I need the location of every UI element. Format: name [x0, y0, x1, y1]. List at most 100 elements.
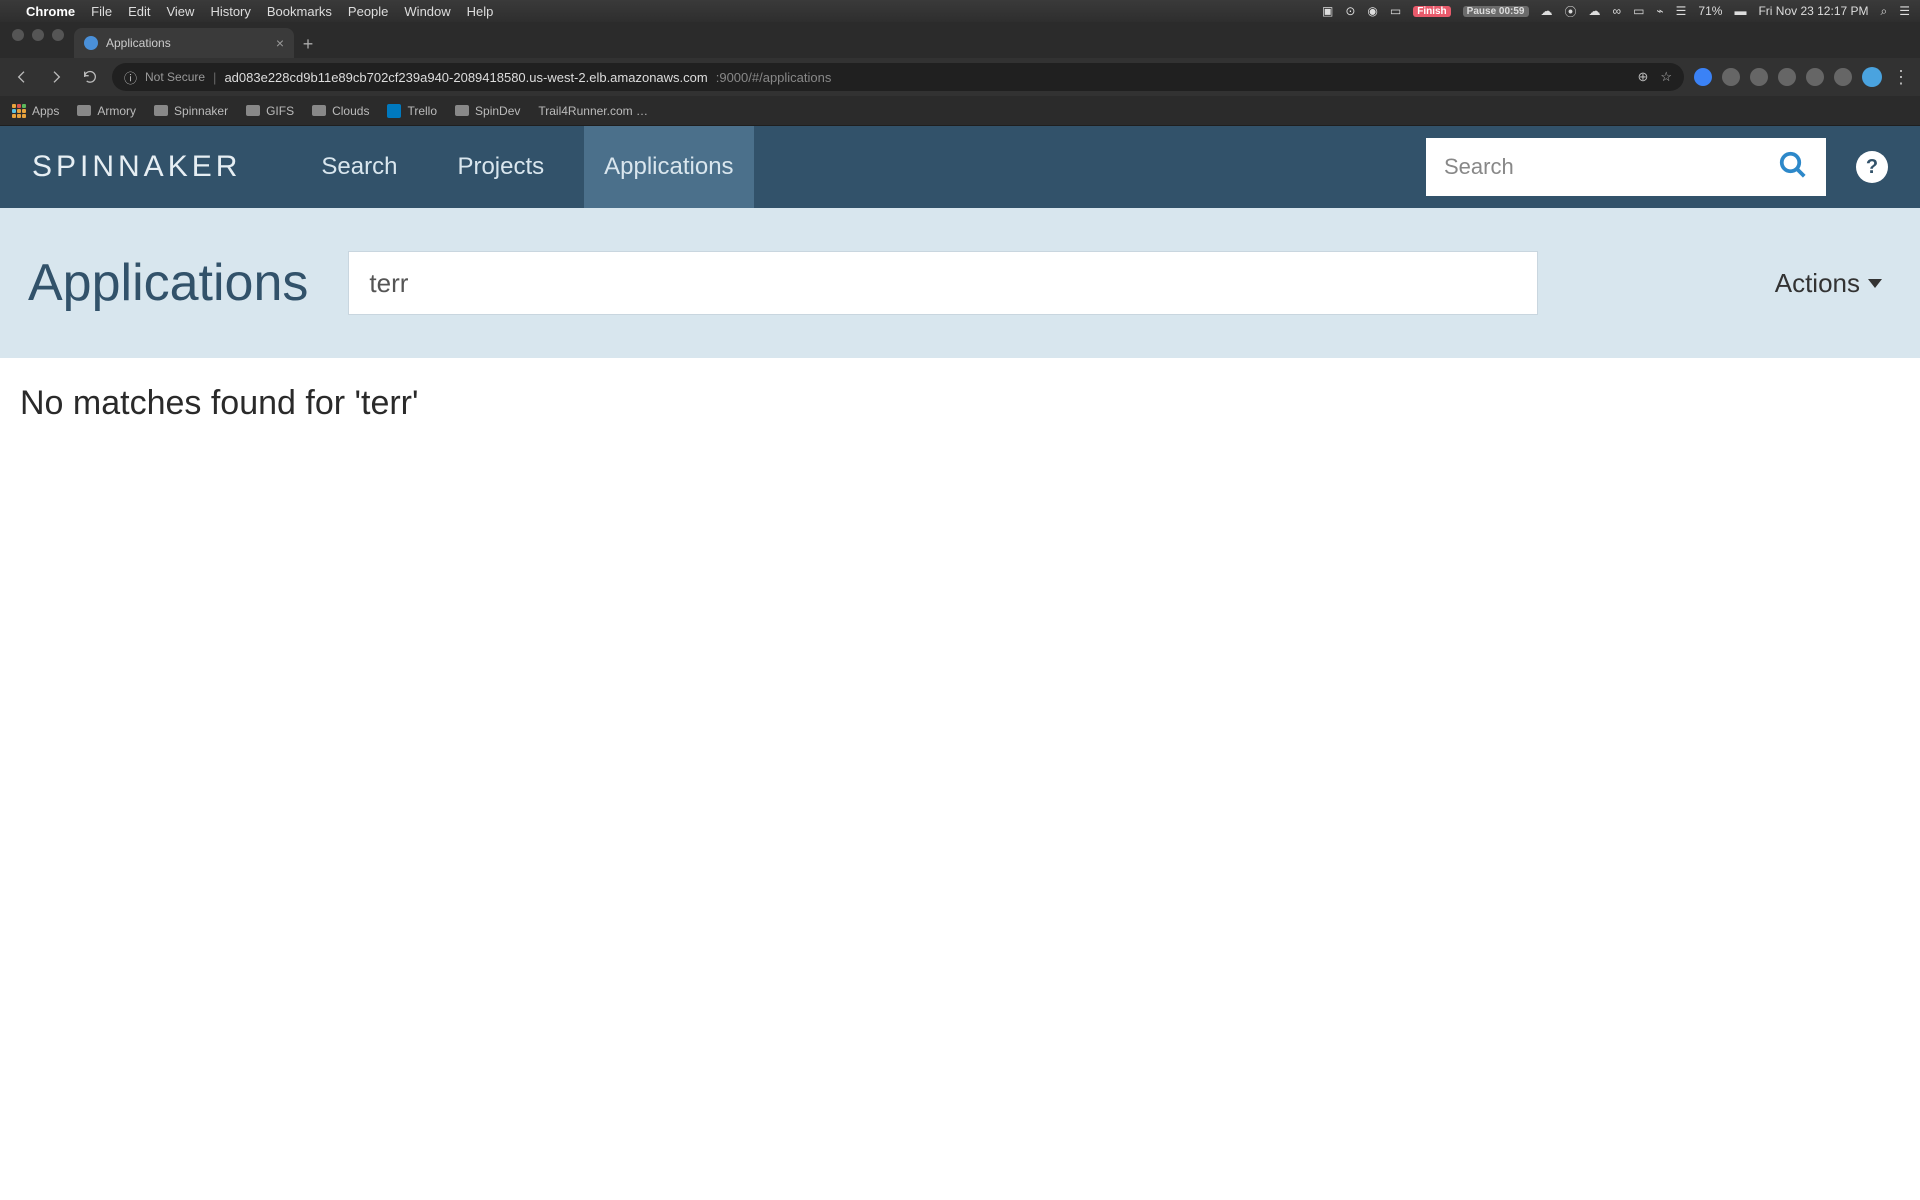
bookmark-spindev[interactable]: SpinDev	[455, 104, 520, 118]
new-tab-button[interactable]: +	[294, 30, 322, 58]
folder-icon	[246, 105, 260, 116]
mac-menus: File Edit View History Bookmarks People …	[91, 4, 493, 19]
bookmark-trello[interactable]: Trello	[387, 104, 437, 118]
separator: |	[213, 70, 216, 85]
extension-icon[interactable]	[1722, 68, 1740, 86]
active-app-name[interactable]: Chrome	[26, 4, 75, 19]
reload-button[interactable]	[78, 65, 102, 89]
menu-view[interactable]: View	[166, 4, 194, 19]
menu-bookmarks[interactable]: Bookmarks	[267, 4, 332, 19]
app-viewport: SPINNAKER Search Projects Applications ?…	[0, 126, 1920, 1200]
bookmark-star-icon[interactable]: ☆	[1660, 69, 1672, 85]
url-path: :9000/#/applications	[716, 70, 832, 85]
status-icon[interactable]: ◉	[1367, 4, 1377, 18]
page-title: Applications	[28, 253, 308, 313]
chrome-toolbar: ⓘ Not Secure | ad083e228cd9b11e89cb702cf…	[0, 58, 1920, 96]
chrome-tabstrip: Applications × +	[0, 22, 1920, 58]
menu-help[interactable]: Help	[467, 4, 494, 19]
nav-applications[interactable]: Applications	[584, 126, 753, 208]
cloud-icon[interactable]: ☁	[1541, 4, 1553, 18]
datetime[interactable]: Fri Nov 23 12:17 PM	[1758, 4, 1868, 18]
menu-people[interactable]: People	[348, 4, 388, 19]
status-icon[interactable]: ▭	[1390, 4, 1401, 18]
spotlight-icon[interactable]: ⌕	[1881, 4, 1888, 19]
bookmark-clouds[interactable]: Clouds	[312, 104, 369, 118]
global-search[interactable]	[1426, 138, 1826, 196]
bookmark-label: Armory	[97, 104, 136, 118]
close-window-button[interactable]	[12, 29, 24, 41]
bookmark-label: SpinDev	[475, 104, 520, 118]
menu-window[interactable]: Window	[404, 4, 450, 19]
window-traffic-lights	[8, 22, 74, 58]
profile-avatar[interactable]	[1862, 67, 1882, 87]
browser-tab[interactable]: Applications ×	[74, 28, 294, 58]
results-area: No matches found for 'terr'	[0, 358, 1920, 449]
folder-icon	[455, 105, 469, 116]
caret-down-icon	[1868, 279, 1882, 288]
info-icon[interactable]: ⓘ	[124, 68, 137, 87]
menu-edit[interactable]: Edit	[128, 4, 150, 19]
extension-icon[interactable]	[1750, 68, 1768, 86]
search-icon[interactable]	[1778, 150, 1808, 185]
menu-list-icon[interactable]: ☰	[1899, 4, 1910, 18]
bookmark-gifs[interactable]: GIFS	[246, 104, 294, 118]
tab-close-button[interactable]: ×	[276, 35, 284, 51]
bookmark-label: GIFS	[266, 104, 294, 118]
status-icon[interactable]: ▣	[1322, 4, 1333, 18]
extension-icon[interactable]	[1694, 68, 1712, 86]
help-button[interactable]: ?	[1856, 151, 1888, 183]
applications-filter-input[interactable]	[369, 268, 1517, 299]
tab-favicon-icon	[84, 36, 98, 50]
finish-pill[interactable]: Finish	[1413, 6, 1450, 17]
bluetooth-icon[interactable]: ⌁	[1656, 4, 1663, 18]
status-icon[interactable]: ∞	[1613, 4, 1622, 18]
applications-filter[interactable]	[348, 251, 1538, 315]
nav-search[interactable]: Search	[301, 126, 417, 208]
display-icon[interactable]: ▭	[1633, 4, 1644, 18]
bookmark-label: Apps	[32, 104, 59, 118]
extension-icon[interactable]	[1778, 68, 1796, 86]
bookmark-label: Clouds	[332, 104, 369, 118]
chrome-menu-button[interactable]: ⋮	[1892, 67, 1910, 88]
extension-icon[interactable]	[1834, 68, 1852, 86]
bookmark-spinnaker[interactable]: Spinnaker	[154, 104, 228, 118]
extension-icons: ⋮	[1694, 67, 1910, 88]
apps-icon	[12, 104, 26, 118]
security-status: Not Secure	[145, 70, 205, 84]
nav-projects[interactable]: Projects	[437, 126, 564, 208]
folder-icon	[154, 105, 168, 116]
battery-pct: 71%	[1698, 4, 1722, 18]
status-icon[interactable]: ⦿	[1565, 3, 1577, 20]
global-search-input[interactable]	[1444, 154, 1766, 180]
bookmark-label: Spinnaker	[174, 104, 228, 118]
forward-button[interactable]	[44, 65, 68, 89]
spinnaker-navbar: SPINNAKER Search Projects Applications ?	[0, 126, 1920, 208]
folder-icon	[312, 105, 326, 116]
tab-title: Applications	[106, 36, 171, 50]
wifi-icon[interactable]: ☰	[1676, 4, 1687, 18]
zoom-icon[interactable]: ⊕	[1637, 69, 1648, 85]
mac-status-right: ▣ ⊙ ◉ ▭ Finish Pause 00:59 ☁ ⦿ ☁ ∞ ▭ ⌁ ☰…	[1322, 3, 1910, 20]
extension-icon[interactable]	[1806, 68, 1824, 86]
menu-file[interactable]: File	[91, 4, 112, 19]
url-host: ad083e228cd9b11e89cb702cf239a940-2089418…	[224, 70, 707, 85]
zoom-window-button[interactable]	[52, 29, 64, 41]
brand-logo[interactable]: SPINNAKER	[32, 150, 241, 184]
bookmark-label: Trello	[407, 104, 437, 118]
no-matches-message: No matches found for 'terr'	[20, 384, 1900, 423]
minimize-window-button[interactable]	[32, 29, 44, 41]
battery-icon[interactable]: ▬	[1734, 4, 1746, 18]
trello-icon	[387, 104, 401, 118]
bookmark-trail4runner[interactable]: Trail4Runner.com …	[538, 104, 648, 118]
status-icon[interactable]: ☁	[1589, 4, 1601, 18]
status-icon[interactable]: ⊙	[1345, 4, 1355, 18]
menu-history[interactable]: History	[210, 4, 250, 19]
bookmark-apps[interactable]: Apps	[12, 104, 59, 118]
back-button[interactable]	[10, 65, 34, 89]
bookmark-armory[interactable]: Armory	[77, 104, 136, 118]
folder-icon	[77, 105, 91, 116]
actions-label: Actions	[1775, 268, 1860, 299]
actions-dropdown[interactable]: Actions	[1775, 268, 1892, 299]
pause-pill[interactable]: Pause 00:59	[1463, 6, 1529, 17]
address-bar[interactable]: ⓘ Not Secure | ad083e228cd9b11e89cb702cf…	[112, 63, 1684, 91]
